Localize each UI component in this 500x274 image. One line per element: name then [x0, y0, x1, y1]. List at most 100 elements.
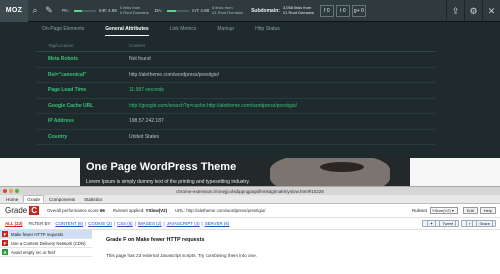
ruleset-applied: Ruleset applied: YSlow(V2): [113, 208, 167, 213]
row-label: Rel="canonical": [48, 71, 87, 78]
moz-toolbar: MOZ ⌕ ✎ PA: mR: 4.88 0 links from 0 Root…: [0, 0, 500, 22]
tab-home[interactable]: Home: [2, 195, 22, 203]
metric-da-label: DA:: [154, 8, 163, 13]
ruleset-applied-label: Ruleset applied:: [112, 208, 145, 213]
ruleset-label: Ruleset: [411, 208, 427, 213]
row-label: Meta Robots: [48, 56, 78, 63]
overall-label: Overall performance score: [47, 208, 99, 213]
tab-statistics[interactable]: Statistics: [80, 195, 106, 203]
url-value: http://aletheme.com/wordpress/prestigio/: [186, 208, 266, 213]
metric-pa-bar: [73, 9, 96, 12]
row-value: United States: [129, 133, 160, 140]
row-label: Google Cache URL: [48, 102, 94, 109]
share-button[interactable]: f Share: [461, 220, 496, 227]
list-item[interactable]: A Avoid empty src or href: [0, 248, 92, 257]
tab-components[interactable]: Components: [45, 195, 79, 203]
filter-cookie[interactable]: COOKIE (2): [88, 221, 112, 226]
row-value: 11.587 seconds: [129, 87, 164, 94]
ruleset-select[interactable]: YSlow(V2) ▾: [429, 207, 458, 214]
ruleset-applied-value: YSlow(V2): [145, 208, 168, 213]
row-value: Not found: [129, 56, 151, 63]
search-icon[interactable]: ⌕: [28, 0, 42, 22]
metric-mt-value: 4.88: [200, 8, 210, 13]
tweet-label: Tweet: [439, 220, 457, 227]
tab-http-status[interactable]: Http Status: [255, 22, 280, 36]
filter-label: FILTER BY:: [28, 221, 52, 226]
hero-title: One Page WordPress Theme: [86, 161, 237, 173]
moz-tabs: On-Page Elements General Attributes Link…: [0, 22, 500, 36]
window-minimize-icon[interactable]: [9, 189, 13, 193]
edit-button[interactable]: Edit: [462, 207, 478, 214]
table-row: Meta Robots Not found: [36, 52, 436, 68]
subdomain-label: Subdomain:: [251, 7, 280, 14]
row-label: IP Address: [48, 118, 74, 125]
metric-da: DA: mT: 4.88 6 links from 21 Root Domain…: [154, 5, 244, 15]
tab-on-page-elements[interactable]: On-Page Elements: [42, 22, 84, 36]
window-controls: [3, 189, 21, 193]
subdomain-links-2: 21 Root Domains: [282, 9, 314, 15]
filter-images[interactable]: IMAGES (2): [138, 221, 162, 226]
tab-general-attributes[interactable]: General Attributes: [105, 22, 149, 36]
ruleset-controls: Ruleset YSlow(V2) ▾ Edit Help: [412, 207, 496, 214]
list-item[interactable]: F Use a Content Delivery Network (CDN): [0, 239, 92, 248]
rule-grade: A: [2, 249, 8, 255]
help-button[interactable]: Help: [479, 207, 496, 214]
grade-summary: Grade C Overall performance score 66 Rul…: [0, 204, 500, 218]
rule-detail: Grade F on Make fewer HTTP requests This…: [94, 230, 500, 274]
filter-bar: ALL (23) FILTER BY: CONTENT (6) | COOKIE …: [0, 218, 500, 230]
twitter-icon[interactable]: t 0: [335, 4, 350, 17]
subdomain-links: 3,058 links from 21 Root Domains: [282, 5, 314, 15]
filter-server[interactable]: SERVER (6): [205, 221, 230, 226]
filter-javascript[interactable]: JAVASCRIPT (4): [167, 221, 200, 226]
filter-css[interactable]: CSS (6): [117, 221, 133, 226]
metric-mr-value: 4.88: [108, 8, 117, 13]
share-icon[interactable]: ⇪: [446, 0, 464, 22]
window-close-icon[interactable]: [3, 189, 7, 193]
tab-grade[interactable]: Grade: [23, 195, 45, 203]
table-row: Country United States: [36, 130, 436, 145]
metric-pa-links: 0 links from 0 Root Domains: [120, 5, 149, 15]
social-counts: f 0 t 0 g+ 0: [319, 4, 368, 17]
screen: { "moz": { "logo": "MOZ", "metrics": [ {…: [0, 0, 500, 274]
row-value: http://aletheme.com/wordpress/prestigio/: [129, 71, 220, 78]
rules-list: F Make fewer HTTP requests F Use a Conte…: [0, 230, 92, 274]
grade-badge: C: [29, 206, 40, 215]
attributes-table: Tag/Location Content Meta Robots Not fou…: [36, 40, 436, 158]
detail-title: Grade F on Make fewer HTTP requests: [106, 237, 205, 243]
metric-da-links: 6 links from 21 Root Domains: [212, 5, 244, 15]
attributes-header: Tag/Location Content: [36, 40, 436, 52]
share-buttons: ✦ Tweet f Share: [420, 220, 496, 227]
table-row: IP Address 198.57.242.187: [36, 114, 436, 130]
ruleset-select-value: YSlow(V2): [431, 208, 451, 213]
website-hero: [0, 158, 500, 186]
moz-logo[interactable]: MOZ: [0, 0, 28, 22]
google-plus-icon[interactable]: g+ 0: [351, 4, 366, 17]
row-value: 198.57.242.187: [129, 118, 164, 125]
list-item[interactable]: F Make fewer HTTP requests: [0, 230, 92, 239]
table-row: Rel="canonical" http://aletheme.com/word…: [36, 68, 436, 83]
metric-da-bar: [167, 9, 190, 12]
window-zoom-icon[interactable]: [15, 189, 19, 193]
gear-icon[interactable]: ⚙: [464, 0, 482, 22]
facebook-icon[interactable]: f 0: [319, 4, 334, 17]
metric-mr-label: mR:: [98, 8, 108, 13]
close-icon[interactable]: ✕: [482, 0, 500, 22]
twitter-count: 0: [342, 7, 346, 14]
filter-all[interactable]: ALL (23): [5, 221, 22, 226]
header-tag-location: Tag/Location: [48, 43, 74, 48]
window-title: chrome-extension://ninejjcohidippngpapii…: [176, 188, 324, 194]
tab-link-metrics[interactable]: Link Metrics: [170, 22, 197, 36]
grade-label: Grade: [5, 206, 28, 215]
metric-da-links-2: 21 Root Domains: [212, 9, 244, 15]
filter-content[interactable]: CONTENT (6): [55, 221, 83, 226]
google-plus-count: 0: [361, 7, 364, 14]
tab-markup[interactable]: Markup: [217, 22, 234, 36]
rule-grade: F: [2, 231, 8, 237]
tweet-button[interactable]: ✦ Tweet: [421, 220, 460, 227]
google-plus-icon-glyph: g+: [353, 7, 360, 14]
row-value-link[interactable]: http://google.com/search?q=cache:http://…: [129, 103, 436, 109]
pencil-icon[interactable]: ✎: [42, 0, 56, 22]
url-info: URL: http://aletheme.com/wordpress/prest…: [175, 208, 265, 213]
metric-mt-label: mT:: [192, 8, 200, 13]
overall-score-value: 66: [99, 208, 105, 213]
